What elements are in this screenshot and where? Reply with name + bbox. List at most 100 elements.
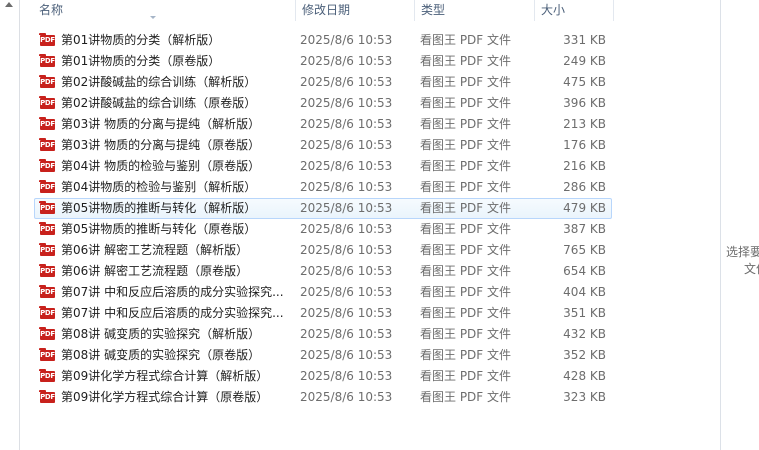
file-row[interactable]: PDF 第03讲 物质的分离与提纯（解析版） 2025/8/6 10:53 看图王 P…	[34, 114, 612, 135]
file-row[interactable]: PDF 第04讲 物质的检验与鉴别（原卷版） 2025/8/6 10:53 看图王 P…	[34, 156, 612, 177]
scroll-up-arrow-icon[interactable]	[5, 2, 13, 7]
file-modified-date: 2025/8/6 10:53	[300, 369, 393, 383]
pdf-file-icon: PDF	[39, 33, 55, 46]
file-type: 看图王 PDF 文件	[420, 264, 512, 278]
file-name: 第07讲 中和反应后溶质的成分实验探究...	[61, 285, 284, 299]
file-row[interactable]: PDF 第01讲物质的分类（解析版） 2025/8/6 10:53 看图王 PDF 文…	[34, 30, 612, 51]
file-type: 看图王 PDF 文件	[420, 285, 512, 299]
file-row[interactable]: PDF 第01讲物质的分类（原卷版） 2025/8/6 10:53 看图王 PDF 文…	[34, 51, 612, 72]
file-row[interactable]: PDF 第07讲 中和反应后溶质的成分实验探究... 2025/8/6 10:53 看…	[34, 282, 612, 303]
preview-message-line1: 选择要	[726, 245, 759, 259]
file-modified-date: 2025/8/6 10:53	[300, 33, 393, 47]
file-row[interactable]: PDF 第02讲酸碱盐的综合训练（原卷版） 2025/8/6 10:53 看图王 PD…	[34, 93, 612, 114]
file-modified-date: 2025/8/6 10:53	[300, 306, 393, 320]
file-type: 看图王 PDF 文件	[420, 369, 512, 383]
file-row[interactable]: PDF 第04讲物质的检验与鉴别（解析版） 2025/8/6 10:53 看图王 PD…	[34, 177, 612, 198]
file-size: 387 KB	[563, 222, 606, 236]
column-header-type-label: 类型	[421, 3, 446, 17]
file-type: 看图王 PDF 文件	[420, 96, 512, 110]
column-header-size[interactable]: 大小	[535, 0, 614, 21]
file-name: 第08讲 碱变质的实验探究（解析版）	[61, 327, 261, 341]
file-name: 第09讲化学方程式综合计算（原卷版）	[61, 390, 269, 404]
file-size: 396 KB	[563, 96, 606, 110]
file-size: 654 KB	[563, 264, 606, 278]
column-header-date[interactable]: 修改日期	[296, 0, 415, 21]
file-name: 第06讲 解密工艺流程题（解析版）	[61, 243, 249, 257]
file-row[interactable]: PDF 第07讲 中和反应后溶质的成分实验探究... 2025/8/6 10:53 看…	[34, 303, 612, 324]
file-size: 216 KB	[563, 159, 606, 173]
file-size: 323 KB	[563, 390, 606, 404]
file-size: 479 KB	[563, 201, 606, 215]
file-modified-date: 2025/8/6 10:53	[300, 222, 393, 236]
file-type: 看图王 PDF 文件	[420, 33, 512, 47]
file-type: 看图王 PDF 文件	[420, 117, 512, 131]
file-type: 看图王 PDF 文件	[420, 159, 512, 173]
file-type: 看图王 PDF 文件	[420, 348, 512, 362]
pdf-file-icon: PDF	[39, 390, 55, 403]
file-modified-date: 2025/8/6 10:53	[300, 264, 393, 278]
file-row[interactable]: PDF 第05讲物质的推断与转化（解析版） 2025/8/6 10:53 看图王 PD…	[34, 198, 612, 219]
file-size: 331 KB	[563, 33, 606, 47]
file-size: 286 KB	[563, 180, 606, 194]
file-size: 249 KB	[563, 54, 606, 68]
file-list: PDF 第01讲物质的分类（解析版） 2025/8/6 10:53 看图王 PDF 文…	[34, 30, 612, 408]
file-row[interactable]: PDF 第03讲 物质的分离与提纯（原卷版） 2025/8/6 10:53 看图王 P…	[34, 135, 612, 156]
navigation-pane-edge	[0, 0, 20, 450]
file-row[interactable]: PDF 第05讲物质的推断与转化（原卷版） 2025/8/6 10:53 看图王 PD…	[34, 219, 612, 240]
file-name: 第08讲 碱变质的实验探究（原卷版）	[61, 348, 261, 362]
pdf-file-icon: PDF	[39, 201, 55, 214]
file-name: 第07讲 中和反应后溶质的成分实验探究...	[61, 306, 284, 320]
file-size: 351 KB	[563, 306, 606, 320]
file-type: 看图王 PDF 文件	[420, 243, 512, 257]
column-header-name-label: 名称	[39, 3, 64, 17]
file-type: 看图王 PDF 文件	[420, 390, 512, 404]
file-modified-date: 2025/8/6 10:53	[300, 138, 393, 152]
column-header-type[interactable]: 类型	[415, 0, 535, 21]
file-modified-date: 2025/8/6 10:53	[300, 54, 393, 68]
pdf-file-icon: PDF	[39, 264, 55, 277]
pdf-file-icon: PDF	[39, 222, 55, 235]
file-modified-date: 2025/8/6 10:53	[300, 285, 393, 299]
file-type: 看图王 PDF 文件	[420, 75, 512, 89]
pdf-file-icon: PDF	[39, 180, 55, 193]
file-name: 第02讲酸碱盐的综合训练（解析版）	[61, 75, 257, 89]
file-modified-date: 2025/8/6 10:53	[300, 327, 393, 341]
file-modified-date: 2025/8/6 10:53	[300, 243, 393, 257]
file-name: 第03讲 物质的分离与提纯（解析版）	[61, 117, 261, 131]
file-name: 第05讲物质的推断与转化（原卷版）	[61, 222, 257, 236]
pdf-file-icon: PDF	[39, 138, 55, 151]
file-size: 475 KB	[563, 75, 606, 89]
file-modified-date: 2025/8/6 10:53	[300, 348, 393, 362]
file-size: 404 KB	[563, 285, 606, 299]
file-row[interactable]: PDF 第06讲 解密工艺流程题（解析版） 2025/8/6 10:53 看图王 PD…	[34, 240, 612, 261]
column-header-size-label: 大小	[541, 3, 566, 17]
pdf-file-icon: PDF	[39, 327, 55, 340]
file-modified-date: 2025/8/6 10:53	[300, 180, 393, 194]
file-row[interactable]: PDF 第02讲酸碱盐的综合训练（解析版） 2025/8/6 10:53 看图王 PD…	[34, 72, 612, 93]
file-size: 352 KB	[563, 348, 606, 362]
preview-message: 选择要 文件	[726, 244, 759, 278]
file-row[interactable]: PDF 第09讲化学方程式综合计算（原卷版） 2025/8/6 10:53 看图王 P…	[34, 387, 612, 408]
pdf-file-icon: PDF	[39, 348, 55, 361]
file-row[interactable]: PDF 第09讲化学方程式综合计算（解析版） 2025/8/6 10:53 看图王 P…	[34, 366, 612, 387]
pdf-file-icon: PDF	[39, 285, 55, 298]
file-type: 看图王 PDF 文件	[420, 138, 512, 152]
file-modified-date: 2025/8/6 10:53	[300, 159, 393, 173]
file-size: 176 KB	[563, 138, 606, 152]
file-name: 第05讲物质的推断与转化（解析版）	[61, 201, 257, 215]
pdf-file-icon: PDF	[39, 369, 55, 382]
file-row[interactable]: PDF 第06讲 解密工艺流程题（原卷版） 2025/8/6 10:53 看图王 PD…	[34, 261, 612, 282]
file-name: 第04讲 物质的检验与鉴别（原卷版）	[61, 159, 261, 173]
file-name: 第01讲物质的分类（原卷版）	[61, 54, 221, 68]
file-modified-date: 2025/8/6 10:53	[300, 201, 393, 215]
file-size: 432 KB	[563, 327, 606, 341]
file-type: 看图王 PDF 文件	[420, 327, 512, 341]
pdf-file-icon: PDF	[39, 243, 55, 256]
preview-pane: 选择要 文件	[720, 0, 759, 450]
file-size: 213 KB	[563, 117, 606, 131]
file-row[interactable]: PDF 第08讲 碱变质的实验探究（解析版） 2025/8/6 10:53 看图王 P…	[34, 324, 612, 345]
file-row[interactable]: PDF 第08讲 碱变质的实验探究（原卷版） 2025/8/6 10:53 看图王 P…	[34, 345, 612, 366]
file-name: 第04讲物质的检验与鉴别（解析版）	[61, 180, 257, 194]
file-type: 看图王 PDF 文件	[420, 54, 512, 68]
column-header-name[interactable]: 名称	[20, 0, 296, 21]
